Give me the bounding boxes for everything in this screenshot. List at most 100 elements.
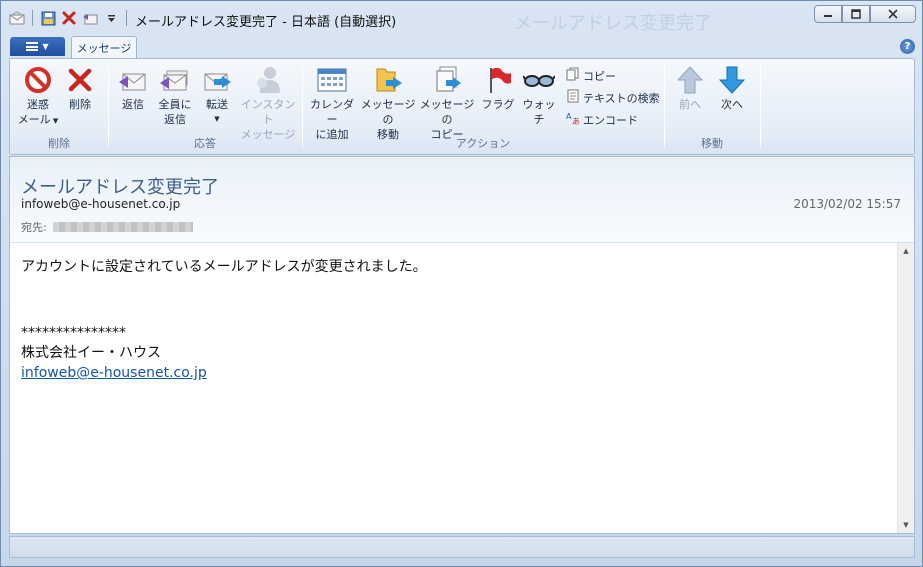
group-label-respond: 応答 (194, 137, 216, 150)
junk-label-2: メール (17, 113, 51, 126)
quick-access-toolbar (9, 10, 129, 26)
add-to-calendar-button[interactable]: カレンダー に追加 (306, 63, 358, 142)
previous-label: 前へ (679, 98, 701, 111)
next-label: 次へ (721, 98, 743, 111)
flag-label: フラグ (481, 98, 515, 111)
minimize-button[interactable] (814, 5, 842, 23)
delete-button[interactable]: 削除 (60, 63, 100, 112)
app-menu-button[interactable]: ▼ (10, 37, 65, 56)
group-separator (302, 65, 303, 147)
envelope-icon[interactable] (9, 10, 25, 26)
message-subject: メールアドレス変更完了 (21, 177, 219, 198)
instant-message-button[interactable]: インスタント メッセージ (238, 63, 298, 142)
chevron-down-icon: ▼ (50, 117, 59, 125)
person-icon (238, 63, 298, 97)
ghost-title: メールアドレス変更完了 (514, 13, 712, 34)
flag-icon (480, 63, 516, 97)
forward-label: 転送 (206, 98, 228, 111)
chevron-down-icon: ▼ (42, 42, 49, 51)
reply-all-label-2: 返信 (164, 113, 186, 126)
move-label: メッセージの (360, 98, 416, 126)
folder-move-icon (360, 63, 416, 97)
group-separator (108, 65, 109, 147)
window-controls (814, 5, 916, 23)
no-entry-icon (16, 63, 60, 97)
status-bar (9, 536, 915, 558)
reply-button[interactable]: 返信 (114, 63, 152, 112)
vertical-scrollbar[interactable]: ▲ ▼ (897, 243, 914, 533)
sender-address[interactable]: infoweb@e-housenet.co.jp (21, 197, 180, 211)
body-line: アカウントに設定されているメールアドレスが変更されました。 (21, 259, 427, 275)
encode-button[interactable]: Aあ エンコード (566, 111, 638, 128)
calendar-icon (306, 63, 358, 97)
svg-text:あ: あ (572, 117, 580, 125)
calendar-label: カレンダー (310, 98, 354, 126)
close-button[interactable] (870, 5, 916, 23)
chevron-down-icon[interactable] (103, 10, 119, 26)
menu-icon (26, 42, 39, 51)
copy-icon (566, 67, 580, 84)
group-label-delete: 削除 (48, 137, 70, 150)
message-header: メールアドレス変更完了 infoweb@e-housenet.co.jp 201… (10, 157, 914, 243)
message-body: アカウントに設定されているメールアドレスが変更されました。 **********… (21, 257, 427, 383)
reply-all-icon (154, 63, 196, 97)
arrow-up-icon (670, 63, 710, 97)
signature-company: 株式会社イー・ハウス (21, 345, 161, 361)
scroll-down-icon[interactable]: ▼ (898, 517, 914, 533)
reply-all-label: 全員に (158, 98, 192, 111)
message-date: 2013/02/02 15:57 (793, 197, 901, 211)
next-button[interactable]: 次へ (712, 63, 752, 112)
to-label: 宛先: (21, 221, 47, 234)
copy-label: コピー (583, 69, 616, 83)
group-label-move: 移動 (701, 137, 723, 150)
separator (126, 10, 127, 26)
recipient-row: 宛先: (21, 219, 193, 235)
move-message-button[interactable]: メッセージの 移動 (360, 63, 416, 142)
im-label: インスタント (240, 98, 296, 126)
group-respond: 返信 全員に 返信 転送 ▼ インスタント メッセージ 応答 (110, 59, 300, 154)
glasses-icon (518, 63, 560, 97)
watch-label: ウォッチ (522, 98, 556, 126)
forward-icon (198, 63, 236, 97)
reply-all-button[interactable]: 全員に 返信 (154, 63, 196, 127)
message-pane: メールアドレス変更完了 infoweb@e-housenet.co.jp 201… (9, 156, 915, 534)
previous-button[interactable]: 前へ (670, 63, 710, 112)
signature-email-link[interactable]: infoweb@e-housenet.co.jp (21, 365, 207, 381)
junk-mail-button[interactable]: 迷惑 メール ▼ (16, 63, 60, 129)
red-x-icon (60, 63, 100, 97)
help-icon[interactable]: ? (900, 39, 915, 54)
redacted-recipient (52, 222, 193, 232)
scroll-up-icon[interactable]: ▲ (898, 243, 914, 259)
copy-message-label: メッセージの (419, 98, 475, 126)
group-delete: 迷惑 メール ▼ 削除 削除 (10, 59, 108, 154)
group-actions: カレンダー に追加 メッセージの 移動 メッセージの コピー フラグ ウォッチ … (304, 59, 662, 154)
chevron-down-icon: ▼ (214, 115, 220, 123)
delete-label: 削除 (69, 98, 91, 111)
arrow-down-icon (712, 63, 752, 97)
copy-message-button[interactable]: メッセージの コピー (418, 63, 476, 142)
delete-icon[interactable] (61, 10, 77, 26)
forward-button[interactable]: 転送 ▼ (198, 63, 236, 127)
reply-icon[interactable] (82, 10, 98, 26)
window-title: メールアドレス変更完了 - 日本語 (自動選択) (135, 15, 397, 30)
separator (32, 10, 33, 26)
group-separator (664, 65, 665, 147)
reply-label: 返信 (122, 98, 144, 111)
group-separator (760, 65, 761, 147)
encode-label: エンコード (583, 113, 638, 127)
flag-button[interactable]: フラグ (480, 63, 516, 112)
tab-message[interactable]: メッセージ (71, 36, 137, 58)
maximize-button[interactable] (842, 5, 870, 23)
ribbon: 迷惑 メール ▼ 削除 削除 返信 全員に 返信 転送 ▼ インスタント メッセ… (9, 58, 915, 155)
copy-button[interactable]: コピー (566, 67, 616, 84)
group-move: 前へ 次へ 移動 (666, 59, 758, 154)
signature-stars: *************** (21, 325, 126, 341)
watch-button[interactable]: ウォッチ (518, 63, 560, 127)
find-text-button[interactable]: テキストの検索 (566, 89, 660, 106)
save-icon[interactable] (40, 10, 56, 26)
document-icon (566, 89, 580, 106)
ribbon-tabs: ▼ メッセージ ? (9, 36, 915, 58)
title-bar: メールアドレス変更完了 メールアドレス変更完了 - 日本語 (自動選択) (1, 1, 922, 35)
encode-icon: Aあ (566, 111, 580, 128)
